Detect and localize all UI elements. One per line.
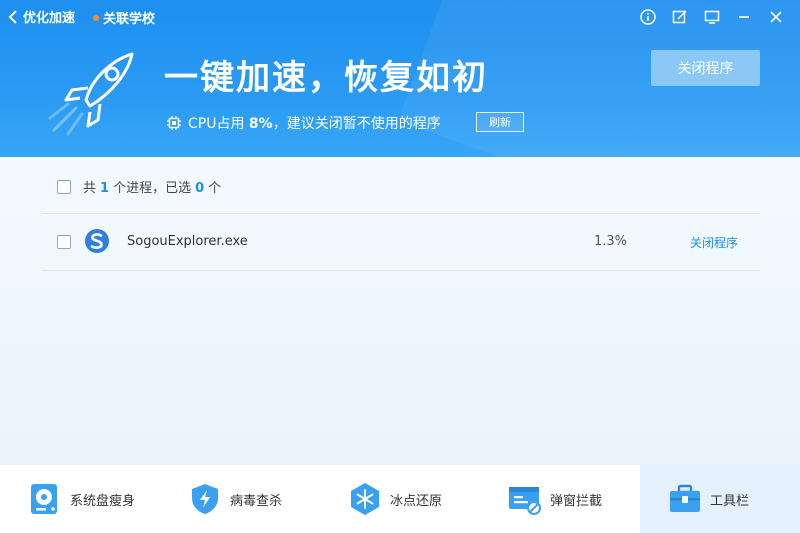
related-school-link[interactable]: 关联学校 (93, 8, 155, 27)
status-dot-icon (93, 14, 99, 21)
cpu-chip-icon (167, 116, 181, 130)
header-banner: 优化加速 关联学校 一键加速，恢复如初 CPU占用 8%，建议关闭暂不使用的程序… (0, 0, 800, 157)
selected-count: 0 (195, 181, 205, 196)
refresh-button[interactable]: 刷新 (476, 112, 524, 132)
chevron-left-icon (8, 9, 17, 24)
info-icon[interactable] (638, 7, 658, 27)
feedback-edit-icon[interactable] (670, 7, 690, 27)
tool-label: 工具栏 (710, 493, 750, 509)
summary-mid: 个进程，已选 (113, 181, 192, 196)
related-school-label: 关联学校 (103, 12, 156, 27)
summary-suffix: 个 (208, 181, 222, 196)
tool-virus-scan[interactable]: 病毒查杀 (160, 465, 320, 533)
process-checkbox[interactable] (57, 235, 71, 249)
select-all-checkbox[interactable] (57, 179, 71, 194)
tool-label: 弹窗拦截 (550, 493, 603, 509)
process-name: SogouExplorer.exe (127, 234, 248, 249)
cpu-suggestion: ，建议关闭暂不使用的程序 (272, 116, 441, 132)
summary-text: 共 1 个进程，已选 0 个 (83, 177, 221, 196)
skin-monitor-icon[interactable] (702, 7, 722, 27)
close-program-button[interactable]: 关闭程序 (651, 50, 760, 86)
cpu-usage-line: CPU占用 8%，建议关闭暂不使用的程序 (166, 113, 441, 133)
rocket-icon (48, 52, 134, 136)
cpu-percent: 8% (248, 116, 273, 132)
window-controls (638, 7, 786, 27)
close-icon[interactable] (766, 7, 786, 27)
minimize-icon[interactable] (734, 7, 754, 27)
shield-icon (192, 484, 218, 514)
divider (42, 270, 760, 271)
toolbox-icon (670, 484, 700, 512)
popup-block-icon (509, 487, 541, 515)
page-title: 一键加速，恢复如初 (164, 58, 488, 98)
back-button[interactable]: 优化加速 (8, 7, 75, 26)
back-label: 优化加速 (23, 11, 76, 26)
sogou-browser-icon (85, 229, 109, 253)
process-summary: 共 1 个进程，已选 0 个 (57, 177, 221, 196)
disk-icon (31, 484, 57, 514)
process-cpu: 1.3% (594, 234, 628, 249)
tool-freeze-restore[interactable]: 冰点还原 (320, 465, 480, 533)
tool-label: 病毒查杀 (230, 493, 283, 509)
title-bar: 优化加速 关联学校 (0, 0, 800, 34)
cpu-prefix: CPU占用 (188, 116, 249, 132)
tool-label: 冰点还原 (390, 493, 443, 509)
tool-toolbox[interactable]: 工具栏 (640, 465, 800, 533)
cpu-usage-text: CPU占用 8%，建议关闭暂不使用的程序 (188, 113, 441, 133)
process-count: 1 (100, 181, 110, 196)
close-process-link[interactable]: 关闭程序 (690, 234, 738, 251)
tool-disk-cleanup[interactable]: 系统盘瘦身 (0, 465, 160, 533)
snowflake-icon (351, 483, 379, 515)
tool-popup-block[interactable]: 弹窗拦截 (480, 465, 640, 533)
process-list-panel: 共 1 个进程，已选 0 个 SogouExplorer.exe 1.3% 关闭程序 (0, 157, 800, 464)
tool-label: 系统盘瘦身 (70, 493, 136, 509)
bottom-toolbar: 系统盘瘦身 病毒查杀 冰点还原 弹窗拦截 工具栏 (0, 464, 800, 533)
table-row: SogouExplorer.exe 1.3% 关闭程序 (42, 214, 760, 270)
summary-prefix: 共 (83, 181, 97, 196)
